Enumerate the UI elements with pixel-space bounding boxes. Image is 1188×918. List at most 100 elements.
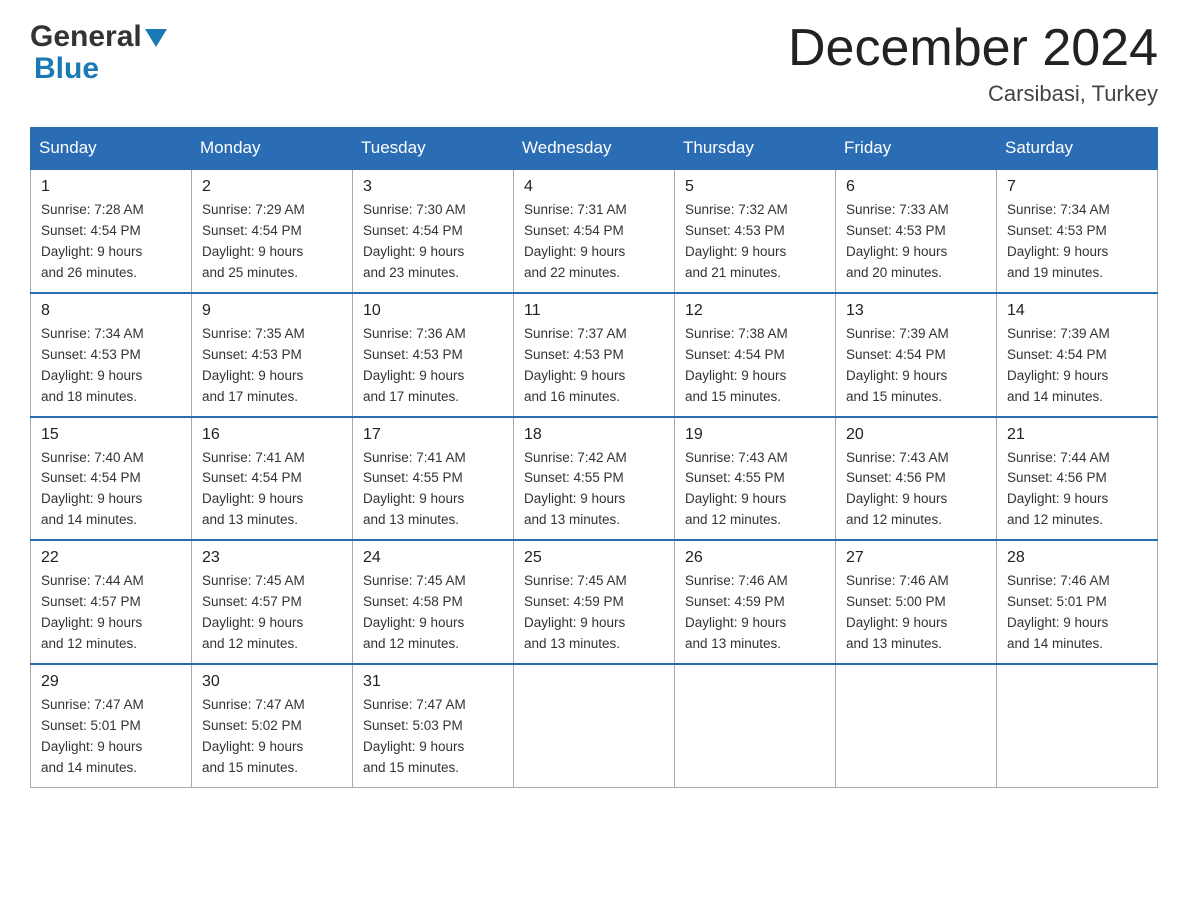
calendar-cell: 3 Sunrise: 7:30 AMSunset: 4:54 PMDayligh… bbox=[353, 169, 514, 293]
calendar-cell bbox=[514, 664, 675, 787]
calendar-cell: 20 Sunrise: 7:43 AMSunset: 4:56 PMDaylig… bbox=[836, 417, 997, 541]
calendar-cell: 9 Sunrise: 7:35 AMSunset: 4:53 PMDayligh… bbox=[192, 293, 353, 417]
calendar-cell: 10 Sunrise: 7:36 AMSunset: 4:53 PMDaylig… bbox=[353, 293, 514, 417]
day-info: Sunrise: 7:34 AMSunset: 4:53 PMDaylight:… bbox=[1007, 200, 1147, 284]
calendar-cell: 28 Sunrise: 7:46 AMSunset: 5:01 PMDaylig… bbox=[997, 540, 1158, 664]
day-number: 28 bbox=[1007, 549, 1147, 567]
calendar-week-5: 29 Sunrise: 7:47 AMSunset: 5:01 PMDaylig… bbox=[31, 664, 1158, 787]
calendar-cell: 7 Sunrise: 7:34 AMSunset: 4:53 PMDayligh… bbox=[997, 169, 1158, 293]
day-number: 27 bbox=[846, 549, 986, 567]
day-info: Sunrise: 7:46 AMSunset: 5:01 PMDaylight:… bbox=[1007, 571, 1147, 655]
calendar-cell: 29 Sunrise: 7:47 AMSunset: 5:01 PMDaylig… bbox=[31, 664, 192, 787]
calendar-cell: 2 Sunrise: 7:29 AMSunset: 4:54 PMDayligh… bbox=[192, 169, 353, 293]
col-tuesday: Tuesday bbox=[353, 128, 514, 170]
day-number: 7 bbox=[1007, 178, 1147, 196]
day-number: 14 bbox=[1007, 302, 1147, 320]
day-info: Sunrise: 7:46 AMSunset: 4:59 PMDaylight:… bbox=[685, 571, 825, 655]
month-title: December 2024 bbox=[788, 20, 1158, 77]
day-number: 8 bbox=[41, 302, 181, 320]
day-number: 20 bbox=[846, 426, 986, 444]
day-number: 24 bbox=[363, 549, 503, 567]
day-info: Sunrise: 7:29 AMSunset: 4:54 PMDaylight:… bbox=[202, 200, 342, 284]
page-header: General Blue December 2024 Carsibasi, Tu… bbox=[30, 20, 1158, 107]
day-info: Sunrise: 7:45 AMSunset: 4:57 PMDaylight:… bbox=[202, 571, 342, 655]
day-number: 5 bbox=[685, 178, 825, 196]
calendar-cell: 23 Sunrise: 7:45 AMSunset: 4:57 PMDaylig… bbox=[192, 540, 353, 664]
day-info: Sunrise: 7:35 AMSunset: 4:53 PMDaylight:… bbox=[202, 324, 342, 408]
day-number: 22 bbox=[41, 549, 181, 567]
day-info: Sunrise: 7:44 AMSunset: 4:57 PMDaylight:… bbox=[41, 571, 181, 655]
day-number: 18 bbox=[524, 426, 664, 444]
calendar-cell: 12 Sunrise: 7:38 AMSunset: 4:54 PMDaylig… bbox=[675, 293, 836, 417]
title-section: December 2024 Carsibasi, Turkey bbox=[788, 20, 1158, 107]
day-number: 21 bbox=[1007, 426, 1147, 444]
calendar-header-row: Sunday Monday Tuesday Wednesday Thursday… bbox=[31, 128, 1158, 170]
day-number: 11 bbox=[524, 302, 664, 320]
calendar-cell: 1 Sunrise: 7:28 AMSunset: 4:54 PMDayligh… bbox=[31, 169, 192, 293]
day-info: Sunrise: 7:45 AMSunset: 4:59 PMDaylight:… bbox=[524, 571, 664, 655]
calendar-week-4: 22 Sunrise: 7:44 AMSunset: 4:57 PMDaylig… bbox=[31, 540, 1158, 664]
day-number: 6 bbox=[846, 178, 986, 196]
day-info: Sunrise: 7:45 AMSunset: 4:58 PMDaylight:… bbox=[363, 571, 503, 655]
logo: General Blue bbox=[30, 20, 167, 86]
day-number: 25 bbox=[524, 549, 664, 567]
calendar-cell: 17 Sunrise: 7:41 AMSunset: 4:55 PMDaylig… bbox=[353, 417, 514, 541]
day-info: Sunrise: 7:37 AMSunset: 4:53 PMDaylight:… bbox=[524, 324, 664, 408]
day-number: 23 bbox=[202, 549, 342, 567]
day-info: Sunrise: 7:40 AMSunset: 4:54 PMDaylight:… bbox=[41, 448, 181, 532]
day-number: 19 bbox=[685, 426, 825, 444]
calendar-week-2: 8 Sunrise: 7:34 AMSunset: 4:53 PMDayligh… bbox=[31, 293, 1158, 417]
day-info: Sunrise: 7:39 AMSunset: 4:54 PMDaylight:… bbox=[846, 324, 986, 408]
calendar-table: Sunday Monday Tuesday Wednesday Thursday… bbox=[30, 127, 1158, 787]
day-info: Sunrise: 7:36 AMSunset: 4:53 PMDaylight:… bbox=[363, 324, 503, 408]
day-info: Sunrise: 7:34 AMSunset: 4:53 PMDaylight:… bbox=[41, 324, 181, 408]
day-info: Sunrise: 7:47 AMSunset: 5:01 PMDaylight:… bbox=[41, 695, 181, 779]
location-title: Carsibasi, Turkey bbox=[788, 81, 1158, 107]
calendar-week-3: 15 Sunrise: 7:40 AMSunset: 4:54 PMDaylig… bbox=[31, 417, 1158, 541]
calendar-cell: 15 Sunrise: 7:40 AMSunset: 4:54 PMDaylig… bbox=[31, 417, 192, 541]
day-number: 9 bbox=[202, 302, 342, 320]
day-info: Sunrise: 7:30 AMSunset: 4:54 PMDaylight:… bbox=[363, 200, 503, 284]
day-info: Sunrise: 7:41 AMSunset: 4:55 PMDaylight:… bbox=[363, 448, 503, 532]
col-wednesday: Wednesday bbox=[514, 128, 675, 170]
day-number: 15 bbox=[41, 426, 181, 444]
day-number: 2 bbox=[202, 178, 342, 196]
col-monday: Monday bbox=[192, 128, 353, 170]
calendar-cell: 14 Sunrise: 7:39 AMSunset: 4:54 PMDaylig… bbox=[997, 293, 1158, 417]
calendar-cell: 18 Sunrise: 7:42 AMSunset: 4:55 PMDaylig… bbox=[514, 417, 675, 541]
calendar-cell: 31 Sunrise: 7:47 AMSunset: 5:03 PMDaylig… bbox=[353, 664, 514, 787]
calendar-cell: 13 Sunrise: 7:39 AMSunset: 4:54 PMDaylig… bbox=[836, 293, 997, 417]
day-info: Sunrise: 7:33 AMSunset: 4:53 PMDaylight:… bbox=[846, 200, 986, 284]
calendar-cell bbox=[836, 664, 997, 787]
day-number: 1 bbox=[41, 178, 181, 196]
logo-blue-text: Blue bbox=[34, 52, 99, 86]
day-info: Sunrise: 7:47 AMSunset: 5:03 PMDaylight:… bbox=[363, 695, 503, 779]
col-thursday: Thursday bbox=[675, 128, 836, 170]
day-number: 12 bbox=[685, 302, 825, 320]
day-number: 3 bbox=[363, 178, 503, 196]
calendar-cell: 26 Sunrise: 7:46 AMSunset: 4:59 PMDaylig… bbox=[675, 540, 836, 664]
day-number: 13 bbox=[846, 302, 986, 320]
calendar-cell: 19 Sunrise: 7:43 AMSunset: 4:55 PMDaylig… bbox=[675, 417, 836, 541]
day-number: 29 bbox=[41, 673, 181, 691]
logo-general-text: General bbox=[30, 20, 142, 54]
day-number: 30 bbox=[202, 673, 342, 691]
day-number: 26 bbox=[685, 549, 825, 567]
calendar-cell: 25 Sunrise: 7:45 AMSunset: 4:59 PMDaylig… bbox=[514, 540, 675, 664]
day-info: Sunrise: 7:43 AMSunset: 4:55 PMDaylight:… bbox=[685, 448, 825, 532]
calendar-cell: 8 Sunrise: 7:34 AMSunset: 4:53 PMDayligh… bbox=[31, 293, 192, 417]
calendar-cell: 5 Sunrise: 7:32 AMSunset: 4:53 PMDayligh… bbox=[675, 169, 836, 293]
day-info: Sunrise: 7:47 AMSunset: 5:02 PMDaylight:… bbox=[202, 695, 342, 779]
day-info: Sunrise: 7:38 AMSunset: 4:54 PMDaylight:… bbox=[685, 324, 825, 408]
day-info: Sunrise: 7:42 AMSunset: 4:55 PMDaylight:… bbox=[524, 448, 664, 532]
day-number: 17 bbox=[363, 426, 503, 444]
day-info: Sunrise: 7:31 AMSunset: 4:54 PMDaylight:… bbox=[524, 200, 664, 284]
day-info: Sunrise: 7:43 AMSunset: 4:56 PMDaylight:… bbox=[846, 448, 986, 532]
logo-chevron-icon bbox=[145, 29, 167, 47]
day-info: Sunrise: 7:41 AMSunset: 4:54 PMDaylight:… bbox=[202, 448, 342, 532]
calendar-cell: 4 Sunrise: 7:31 AMSunset: 4:54 PMDayligh… bbox=[514, 169, 675, 293]
calendar-cell bbox=[997, 664, 1158, 787]
day-number: 4 bbox=[524, 178, 664, 196]
day-info: Sunrise: 7:32 AMSunset: 4:53 PMDaylight:… bbox=[685, 200, 825, 284]
calendar-cell: 21 Sunrise: 7:44 AMSunset: 4:56 PMDaylig… bbox=[997, 417, 1158, 541]
